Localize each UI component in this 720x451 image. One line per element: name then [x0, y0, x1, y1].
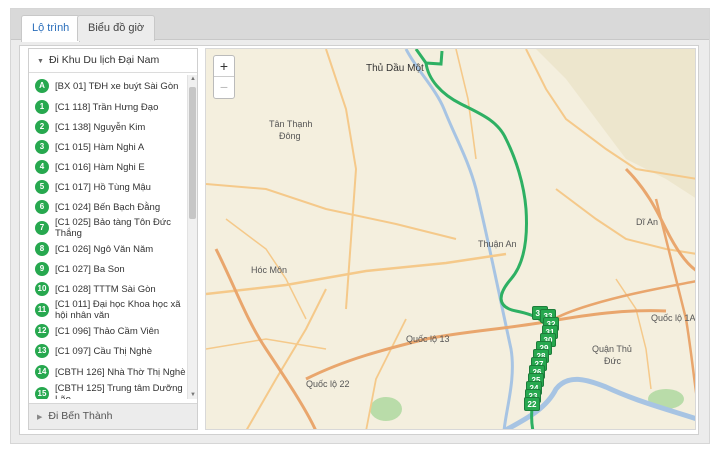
- stop-label: [C1 097] Cầu Thị Nghè: [55, 345, 152, 357]
- stop-number-badge: 10: [35, 282, 49, 296]
- caret-right-icon: ▶: [37, 414, 43, 421]
- map-label-duc: Đức: [604, 356, 622, 366]
- stop-list-item[interactable]: 5 [C1 017] Hồ Tùng Mậu: [29, 177, 187, 197]
- stop-label: [CBTH 125] Trung tâm Dưỡng Lão: [55, 383, 183, 399]
- stop-label: [C1 026] Ngô Văn Năm: [55, 243, 154, 255]
- stop-list-item[interactable]: 11 [C1 011] Đại học Khoa học xã hội nhân …: [29, 299, 187, 321]
- stop-number-badge: 4: [35, 160, 49, 174]
- stop-list-item[interactable]: 2 [C1 138] Nguyễn Kim: [29, 117, 187, 137]
- map-stop-marker[interactable]: 22: [524, 397, 540, 411]
- zoom-control: + −: [213, 55, 235, 99]
- stop-number-badge: 1: [35, 100, 49, 114]
- stop-label: [CBTH 126] Nhà Thờ Thị Nghè: [55, 366, 186, 378]
- stop-number-badge: 8: [35, 242, 49, 256]
- caret-down-icon: ▼: [37, 58, 44, 65]
- stop-number-badge: 15: [35, 387, 49, 399]
- stop-list-item[interactable]: 8 [C1 026] Ngô Văn Năm: [29, 239, 187, 259]
- stop-number-badge: A: [35, 79, 49, 93]
- stop-list-item[interactable]: 9 [C1 027] Ba Son: [29, 259, 187, 279]
- return-direction-title: Đi Bến Thành: [48, 410, 113, 422]
- map-label-thuan-an: Thuận An: [478, 239, 517, 249]
- stop-number-badge: 7: [35, 221, 49, 235]
- stop-list-item[interactable]: 7 [C1 025] Bảo tàng Tôn Đức Thắng: [29, 217, 187, 239]
- stop-number-badge: 3: [35, 140, 49, 154]
- map-canvas: [206, 49, 695, 429]
- stop-list-item[interactable]: A [BX 01] TĐH xe buýt Sài Gòn: [29, 75, 187, 97]
- stop-list-item[interactable]: 4 [C1 016] Hàm Nghi E: [29, 157, 187, 177]
- map-label-hoc-mon: Hóc Môn: [251, 265, 288, 275]
- stop-list-scrollbar[interactable]: ▲ ▼: [187, 75, 197, 399]
- stop-list-item[interactable]: 6 [C1 024] Bến Bạch Đằng: [29, 197, 187, 217]
- scroll-down-arrow[interactable]: ▼: [189, 392, 197, 398]
- map-label-quan-thu: Quận Thủ: [592, 344, 632, 354]
- stop-number-badge: 11: [35, 303, 49, 317]
- route-direction-title: Đi Khu Du lịch Đại Nam: [48, 54, 160, 66]
- stop-list-item[interactable]: 13 [C1 097] Cầu Thị Nghè: [29, 341, 187, 361]
- stop-list-panel: ▼ Đi Khu Du lịch Đại Nam A [BX 01] TĐH xe …: [28, 48, 198, 430]
- panel-frame: Lộ trình Biểu đồ giờ ▼ Đi Khu Du lịch Đại…: [10, 8, 710, 444]
- route-direction-header[interactable]: ▼ Đi Khu Du lịch Đại Nam: [29, 49, 197, 73]
- stop-number-badge: 2: [35, 120, 49, 134]
- stop-list-item[interactable]: 14 [CBTH 126] Nhà Thờ Thị Nghè: [29, 361, 187, 383]
- scroll-up-arrow[interactable]: ▲: [189, 76, 197, 82]
- return-direction-header[interactable]: ▶ Đi Bến Thành: [29, 403, 197, 429]
- scroll-thumb[interactable]: [189, 87, 196, 219]
- stop-label: [C1 028] TTTM Sài Gòn: [55, 283, 156, 295]
- stop-label: [C1 025] Bảo tàng Tôn Đức Thắng: [55, 217, 172, 239]
- stop-number-badge: 14: [35, 365, 49, 379]
- tab-bar: Lộ trình Biểu đồ giờ: [11, 9, 709, 42]
- stop-label: [C1 011] Đại học Khoa học xã hội nhân vă…: [55, 299, 181, 321]
- stop-list-item[interactable]: 1 [C1 118] Trần Hưng Đạo: [29, 97, 187, 117]
- stop-label: [C1 017] Hồ Tùng Mậu: [55, 181, 151, 193]
- stop-label: [C1 138] Nguyễn Kim: [55, 121, 146, 133]
- map-label-quoc-lo-22: Quốc lộ 22: [306, 379, 350, 389]
- map-label-di-an: Dĩ An: [636, 217, 659, 227]
- zoom-in-button[interactable]: +: [214, 56, 234, 77]
- stop-number-badge: 12: [35, 324, 49, 338]
- stop-label: [C1 024] Bến Bạch Đằng: [55, 201, 161, 213]
- stop-number-badge: 13: [35, 344, 49, 358]
- stop-label: [C1 016] Hàm Nghi E: [55, 161, 145, 173]
- stop-label: [C1 096] Thảo Cầm Viên: [55, 325, 160, 337]
- stop-list-item[interactable]: 10 [C1 028] TTTM Sài Gòn: [29, 279, 187, 299]
- stop-label: [C1 015] Hàm Nghi A: [55, 141, 145, 153]
- stop-label: [C1 027] Ba Son: [55, 263, 125, 275]
- tab-content: ▼ Đi Khu Du lịch Đại Nam A [BX 01] TĐH xe …: [19, 45, 699, 435]
- stop-list-item[interactable]: 12 [C1 096] Thảo Cầm Viên: [29, 321, 187, 341]
- map-label-quoc-lo-13: Quốc lộ 13: [406, 334, 450, 344]
- stop-number-badge: 9: [35, 262, 49, 276]
- stop-list: A [BX 01] TĐH xe buýt Sài Gòn 1 [C1 118] Tr…: [29, 75, 187, 399]
- stop-label: [C1 118] Trần Hưng Đạo: [55, 101, 159, 113]
- route-map[interactable]: + − Thủ Dầu Một Tân Thạnh Đông Thuận An …: [205, 48, 696, 430]
- stop-list-item[interactable]: 3 [C1 015] Hàm Nghi A: [29, 137, 187, 157]
- map-label-quoc-lo-1a: Quốc lộ 1A: [651, 313, 696, 323]
- stop-number-badge: 5: [35, 180, 49, 194]
- tab-route[interactable]: Lộ trình: [21, 15, 81, 42]
- map-label-thu-dau-mot: Thủ Dầu Một: [366, 63, 424, 74]
- map-label-dong: Đông: [279, 131, 301, 141]
- stop-label: [BX 01] TĐH xe buýt Sài Gòn: [55, 80, 179, 92]
- zoom-out-button[interactable]: −: [214, 77, 234, 98]
- tab-timetable[interactable]: Biểu đồ giờ: [77, 15, 156, 41]
- stop-list-item[interactable]: 15 [CBTH 125] Trung tâm Dưỡng Lão: [29, 383, 187, 399]
- map-label-tan-thanh: Tân Thạnh: [269, 119, 313, 129]
- stop-number-badge: 6: [35, 200, 49, 214]
